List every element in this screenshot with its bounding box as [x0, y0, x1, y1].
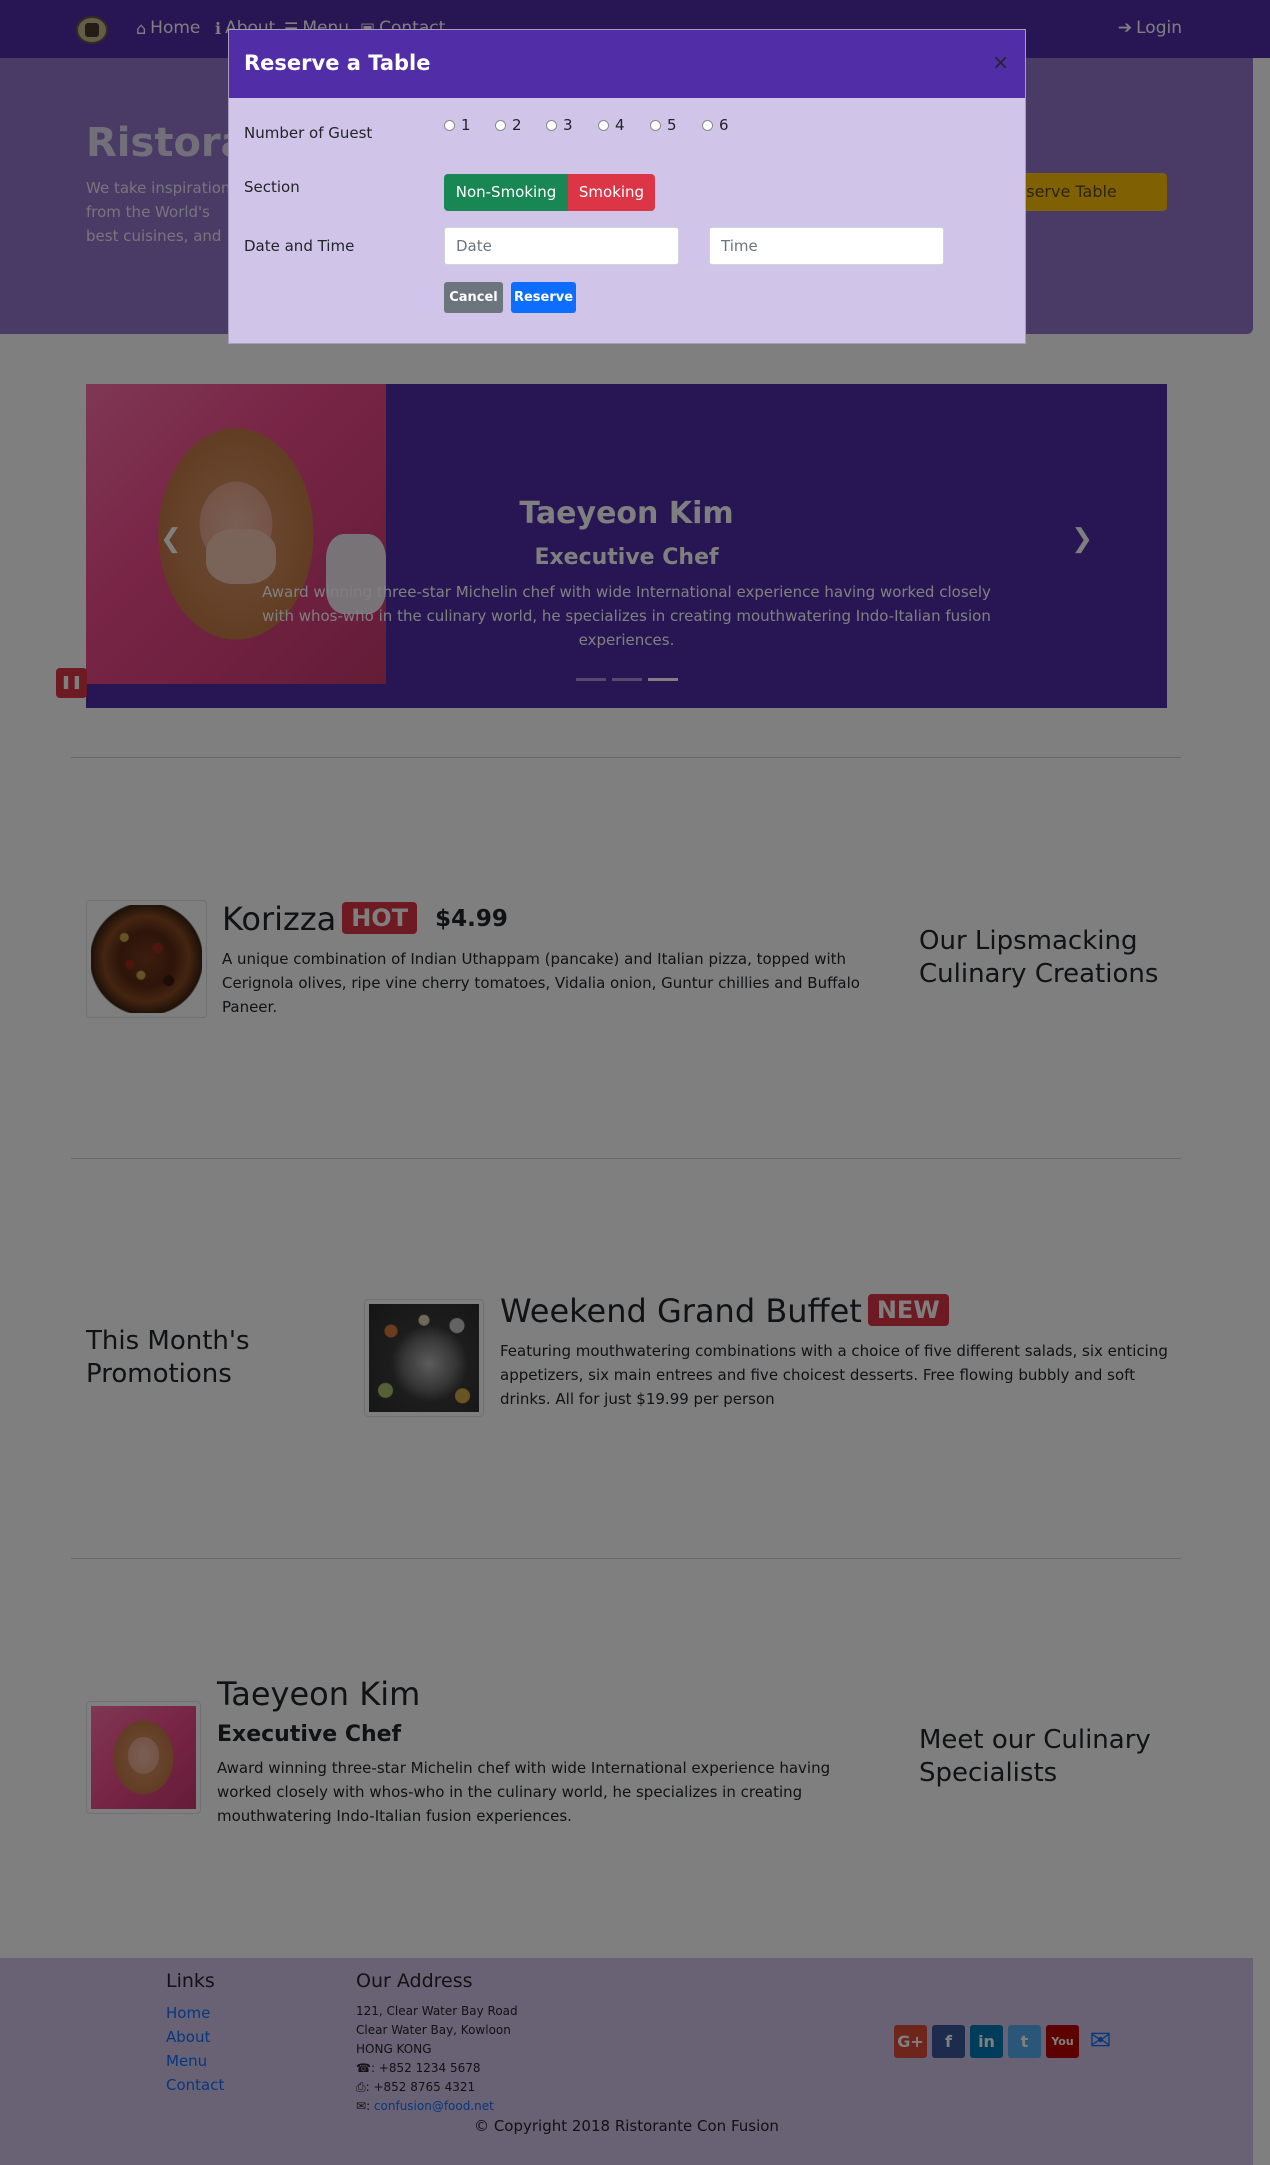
- guest-radio-5[interactable]: 5: [650, 116, 677, 134]
- reserve-table-modal: Reserve a Table × Number of Guest 1 2 3 …: [228, 29, 1026, 344]
- guest-radio-4[interactable]: 4: [598, 116, 625, 134]
- modal-title: Reserve a Table: [244, 51, 431, 75]
- guests-label: Number of Guest: [244, 124, 373, 142]
- modal-header: Reserve a Table ×: [229, 30, 1025, 98]
- section-label: Section: [244, 178, 300, 196]
- time-input[interactable]: Time: [709, 227, 944, 265]
- guest-radio-label: 2: [512, 116, 522, 134]
- guest-radio-label: 4: [615, 116, 625, 134]
- radio-circle[interactable]: [598, 119, 609, 131]
- guest-radio-6[interactable]: 6: [702, 116, 729, 134]
- radio-circle[interactable]: [495, 119, 506, 131]
- datetime-label: Date and Time: [244, 237, 355, 255]
- guest-radio-label: 5: [667, 116, 677, 134]
- close-icon[interactable]: ×: [992, 50, 1009, 74]
- guest-radio-label: 1: [461, 116, 471, 134]
- date-input[interactable]: Date: [444, 227, 679, 265]
- radio-circle[interactable]: [702, 119, 713, 131]
- radio-circle[interactable]: [444, 119, 455, 131]
- guest-radio-label: 6: [719, 116, 729, 134]
- cancel-button[interactable]: Cancel: [444, 282, 503, 313]
- guest-radio-1[interactable]: 1: [444, 116, 471, 134]
- radio-circle[interactable]: [650, 119, 661, 131]
- guest-radio-3[interactable]: 3: [546, 116, 573, 134]
- smoking-button[interactable]: Smoking: [568, 174, 655, 211]
- non-smoking-button[interactable]: Non-Smoking: [444, 174, 568, 211]
- guest-radio-label: 3: [563, 116, 573, 134]
- reserve-button[interactable]: Reserve: [511, 282, 576, 313]
- radio-circle[interactable]: [546, 119, 557, 131]
- guest-radio-2[interactable]: 2: [495, 116, 522, 134]
